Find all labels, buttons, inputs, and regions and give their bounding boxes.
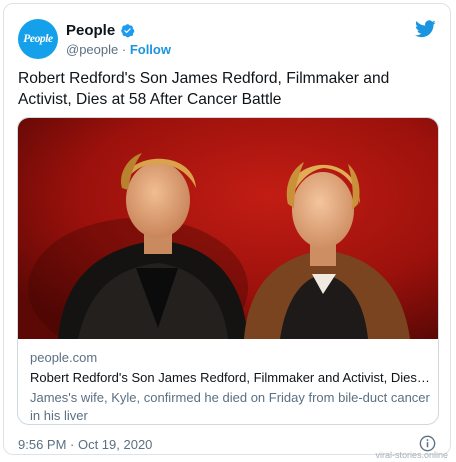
watermark: viral-stories.online [375, 450, 448, 460]
card-domain: people.com [30, 350, 98, 365]
author-handle[interactable]: @people [66, 42, 118, 57]
author-display-name[interactable]: People [66, 22, 115, 39]
follow-button[interactable]: Follow [130, 42, 171, 57]
verified-badge-icon [121, 24, 135, 38]
link-card[interactable]: people.com Robert Redford's Son James Re… [17, 117, 439, 425]
tweet-timestamp[interactable]: 9:56 PM · Oct 19, 2020 [18, 437, 152, 452]
avatar[interactable]: People [18, 19, 58, 59]
card-title[interactable]: Robert Redford's Son James Redford, Film… [30, 369, 430, 387]
handle-separator: · [118, 42, 130, 57]
author-handle-row: @people · Follow [66, 42, 171, 57]
avatar-logo-text: People [23, 33, 53, 45]
tweet-card: People People @people · Follow Robert Re… [3, 3, 451, 455]
card-meta: people.com Robert Redford's Son James Re… [30, 349, 430, 424]
tweet-text: Robert Redford's Son James Redford, Film… [18, 70, 390, 108]
author-name-row[interactable]: People [66, 22, 135, 39]
twitter-bird-icon[interactable] [415, 20, 436, 38]
card-description: James's wife, Kyle, confirmed he died on… [30, 390, 430, 423]
card-photo[interactable] [18, 118, 439, 339]
